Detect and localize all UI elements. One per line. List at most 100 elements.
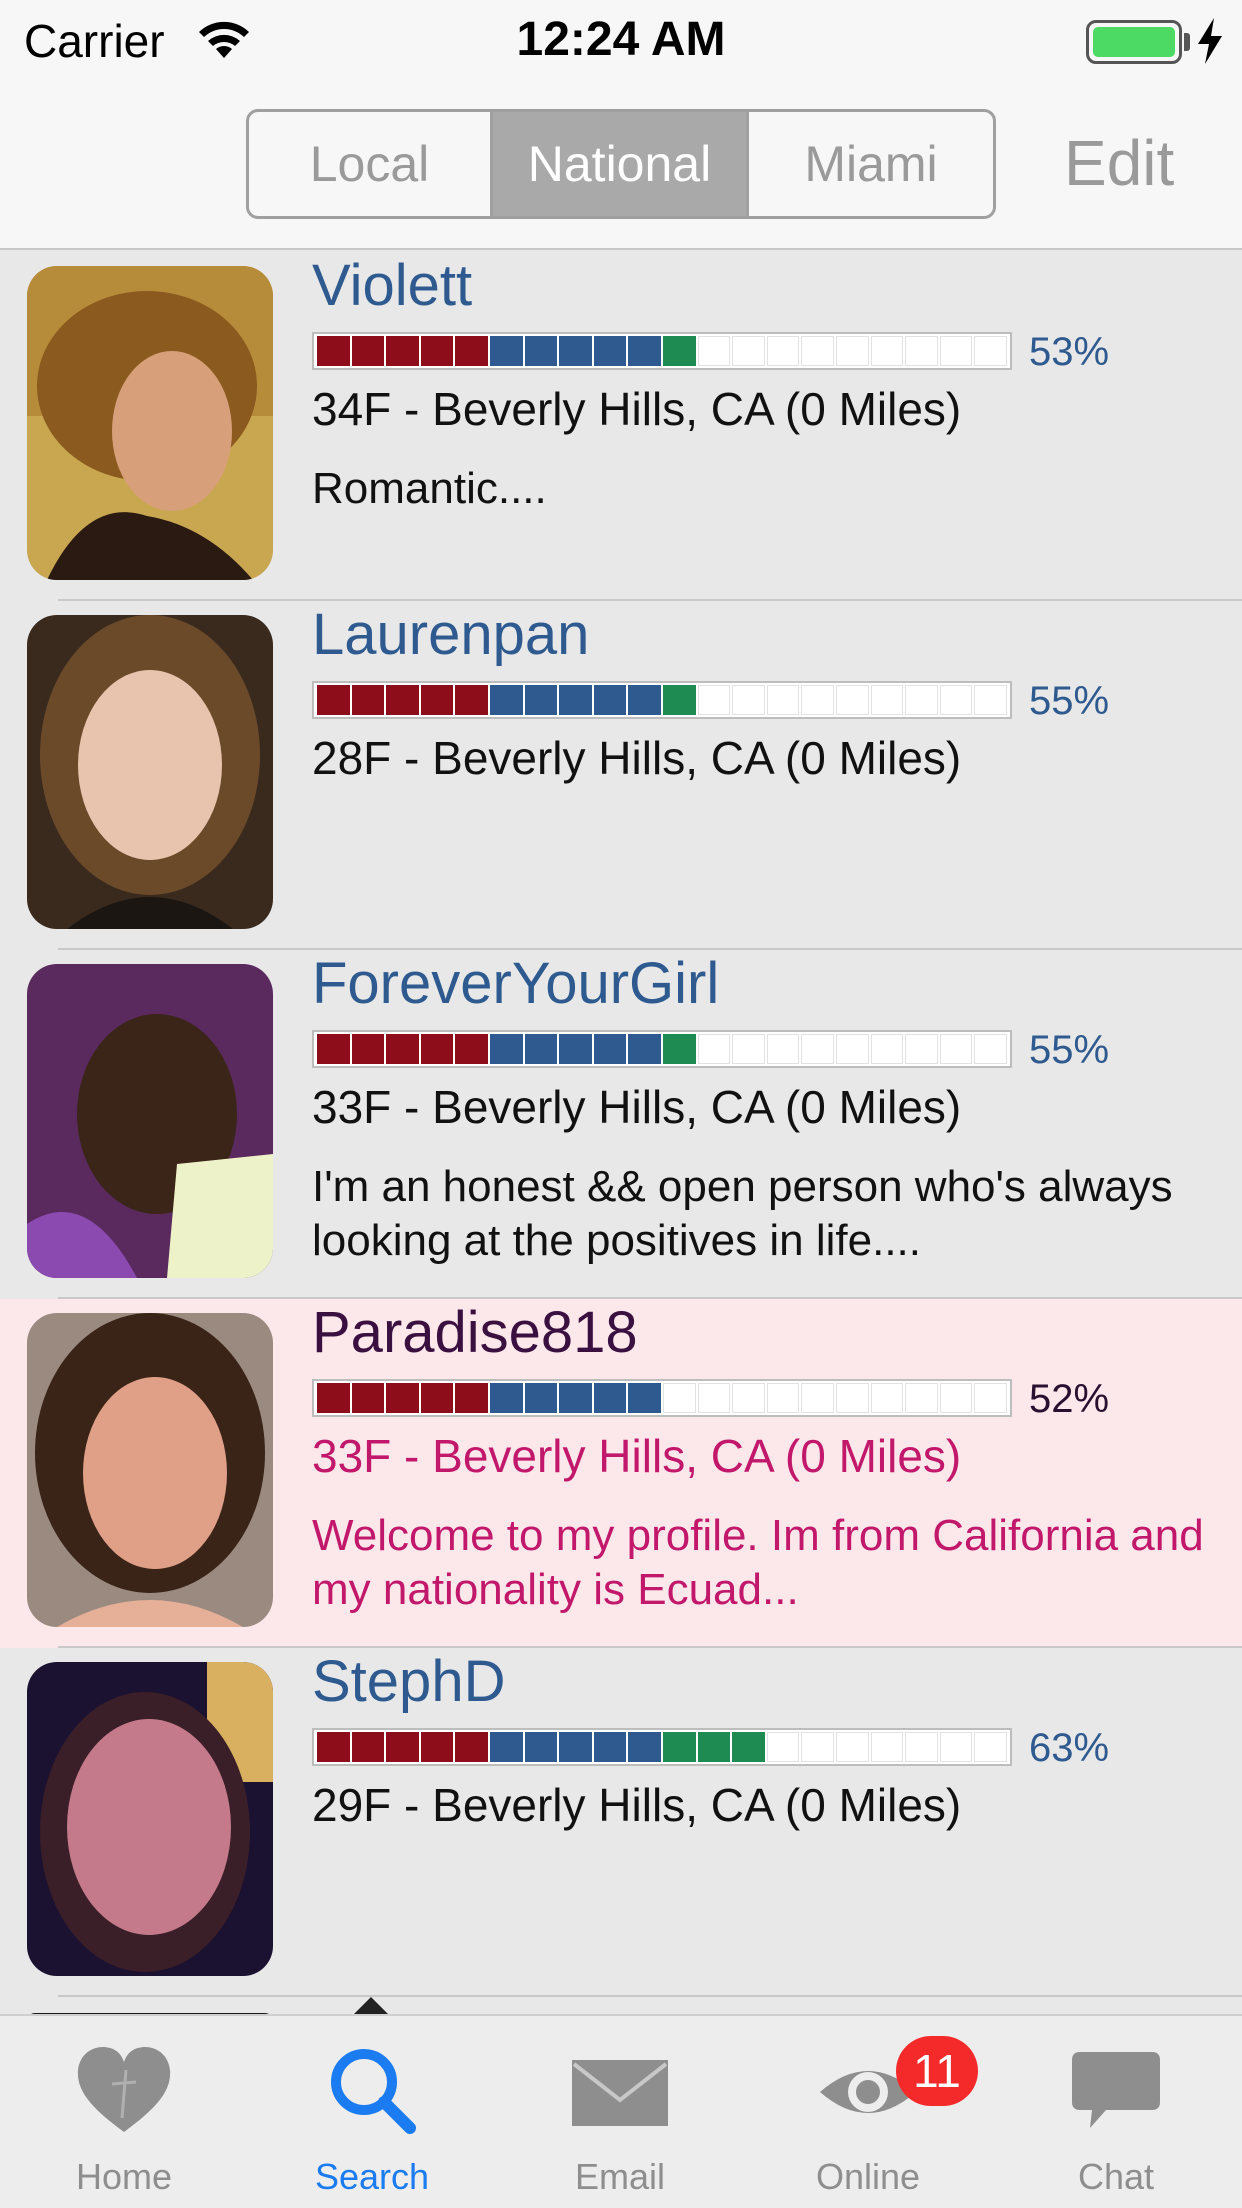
profile-row[interactable]: Laurenpan 55% 28F - Beverly Hills, CA (0…: [0, 601, 1242, 950]
segment-miami[interactable]: Miami: [749, 112, 993, 216]
meter-cell: [905, 685, 938, 715]
tab-email[interactable]: Email: [496, 2016, 744, 2208]
meter-cell: [386, 1034, 419, 1064]
meter-cell: [732, 1383, 765, 1413]
avatar[interactable]: [27, 1313, 273, 1627]
profile-row[interactable]: ForeverYourGirl 55% 33F - Beverly Hills,…: [0, 950, 1242, 1299]
meter-cell: [455, 1732, 488, 1762]
profile-row[interactable]: Violett 53% 34F - Beverly Hills, CA (0 M…: [0, 252, 1242, 601]
meter-cell: [559, 1732, 592, 1762]
profile-name: ForeverYourGirl: [312, 951, 720, 1016]
match-percent: 55%: [1029, 679, 1110, 723]
meter-cell: [870, 685, 904, 715]
tab-online[interactable]: 11 Online: [744, 2016, 992, 2208]
meter-cell: [939, 1732, 973, 1762]
profile-details: 34F - Beverly Hills, CA (0 Miles): [312, 383, 962, 435]
profile-details: 33F - Beverly Hills, CA (0 Miles): [312, 1081, 962, 1133]
avatar[interactable]: [27, 615, 273, 929]
edit-button[interactable]: Edit: [1064, 126, 1174, 200]
heart-icon: [77, 2046, 171, 2132]
meter-cell: [974, 685, 1007, 715]
segment-national[interactable]: National: [493, 112, 749, 216]
meter-cell: [628, 336, 661, 366]
meter-cell: [524, 1732, 558, 1762]
meter-cell: [939, 1034, 973, 1064]
meter-cell: [351, 336, 385, 366]
profile-details: 29F - Beverly Hills, CA (0 Miles): [312, 1779, 962, 1831]
meter-cell: [870, 1732, 904, 1762]
profile-list[interactable]: Violett 53% 34F - Beverly Hills, CA (0 M…: [0, 252, 1242, 2014]
meter-cell: [974, 1383, 1007, 1413]
meter-cell: [593, 685, 627, 715]
profile-name: Paradise818: [312, 1300, 638, 1365]
meter-cell: [386, 685, 419, 715]
meter-cell: [559, 336, 592, 366]
meter-cell: [386, 1732, 419, 1762]
profile-details: 28F - Beverly Hills, CA (0 Miles): [312, 732, 962, 784]
search-icon: [331, 2049, 416, 2134]
clock: 12:24 AM: [516, 13, 726, 66]
meter-cell: [697, 1383, 731, 1413]
nav-bar: Local National Miami Edit: [0, 84, 1242, 250]
avatar[interactable]: [27, 266, 273, 580]
tab-home[interactable]: Home: [0, 2016, 248, 2208]
meter-cell: [489, 1034, 523, 1064]
meter-cell: [420, 1732, 454, 1762]
tab-chat[interactable]: Chat: [992, 2016, 1240, 2208]
meter-cell: [317, 685, 350, 715]
meter-cell: [524, 685, 558, 715]
meter-cell: [524, 336, 558, 366]
meter-cell: [835, 1034, 869, 1064]
meter-cell: [801, 685, 834, 715]
online-badge: 11: [896, 2036, 978, 2106]
meter-cell: [351, 685, 385, 715]
profile-name: Violett: [312, 253, 473, 318]
meter-cell: [351, 1383, 385, 1413]
meter-cell: [524, 1034, 558, 1064]
meter-cell: [939, 336, 973, 366]
meter-cell: [662, 1034, 696, 1064]
meter-cell: [801, 1383, 834, 1413]
meter-cell: [317, 336, 350, 366]
meter-cell: [766, 1034, 800, 1064]
meter-cell: [559, 1383, 592, 1413]
meter-cell: [870, 336, 904, 366]
match-meter: [312, 681, 1012, 719]
meter-cell: [835, 685, 869, 715]
meter-cell: [662, 1732, 696, 1762]
match-percent: 55%: [1029, 1028, 1110, 1072]
region-segmented-control: Local National Miami: [246, 109, 996, 219]
match-percent: 63%: [1029, 1726, 1110, 1770]
meter-cell: [489, 685, 523, 715]
meter-cell: [905, 1034, 938, 1064]
meter-cell: [732, 336, 765, 366]
meter-cell: [974, 1732, 1007, 1762]
tab-label: Email: [574, 2156, 666, 2197]
tab-search[interactable]: Search: [248, 2016, 496, 2208]
profile-bio: Romantic....: [312, 464, 547, 513]
meter-cell: [593, 1732, 627, 1762]
profile-bio: Welcome to my profile. Im from Californi…: [312, 1511, 1204, 1614]
match-meter: [312, 1728, 1012, 1766]
meter-cell: [835, 1732, 869, 1762]
charging-bolt-icon: [1198, 18, 1222, 64]
avatar[interactable]: [27, 964, 273, 1278]
profile-row[interactable]: StephD 63% 29F - Beverly Hills, CA (0 Mi…: [0, 1648, 1242, 1997]
meter-cell: [628, 1383, 661, 1413]
meter-cell: [974, 1034, 1007, 1064]
avatar[interactable]: [27, 1662, 273, 1976]
match-meter: [312, 1030, 1012, 1068]
match-meter: [312, 1379, 1012, 1417]
meter-cell: [732, 1034, 765, 1064]
meter-cell: [801, 336, 834, 366]
meter-cell: [420, 1034, 454, 1064]
meter-cell: [835, 336, 869, 366]
meter-cell: [420, 336, 454, 366]
segment-local[interactable]: Local: [249, 112, 493, 216]
profile-row[interactable]: Paradise818 52% 33F - Beverly Hills, CA …: [0, 1299, 1242, 1648]
match-percent: 52%: [1029, 1377, 1110, 1421]
meter-cell: [766, 685, 800, 715]
meter-cell: [835, 1383, 869, 1413]
meter-cell: [317, 1383, 350, 1413]
meter-cell: [628, 1034, 661, 1064]
